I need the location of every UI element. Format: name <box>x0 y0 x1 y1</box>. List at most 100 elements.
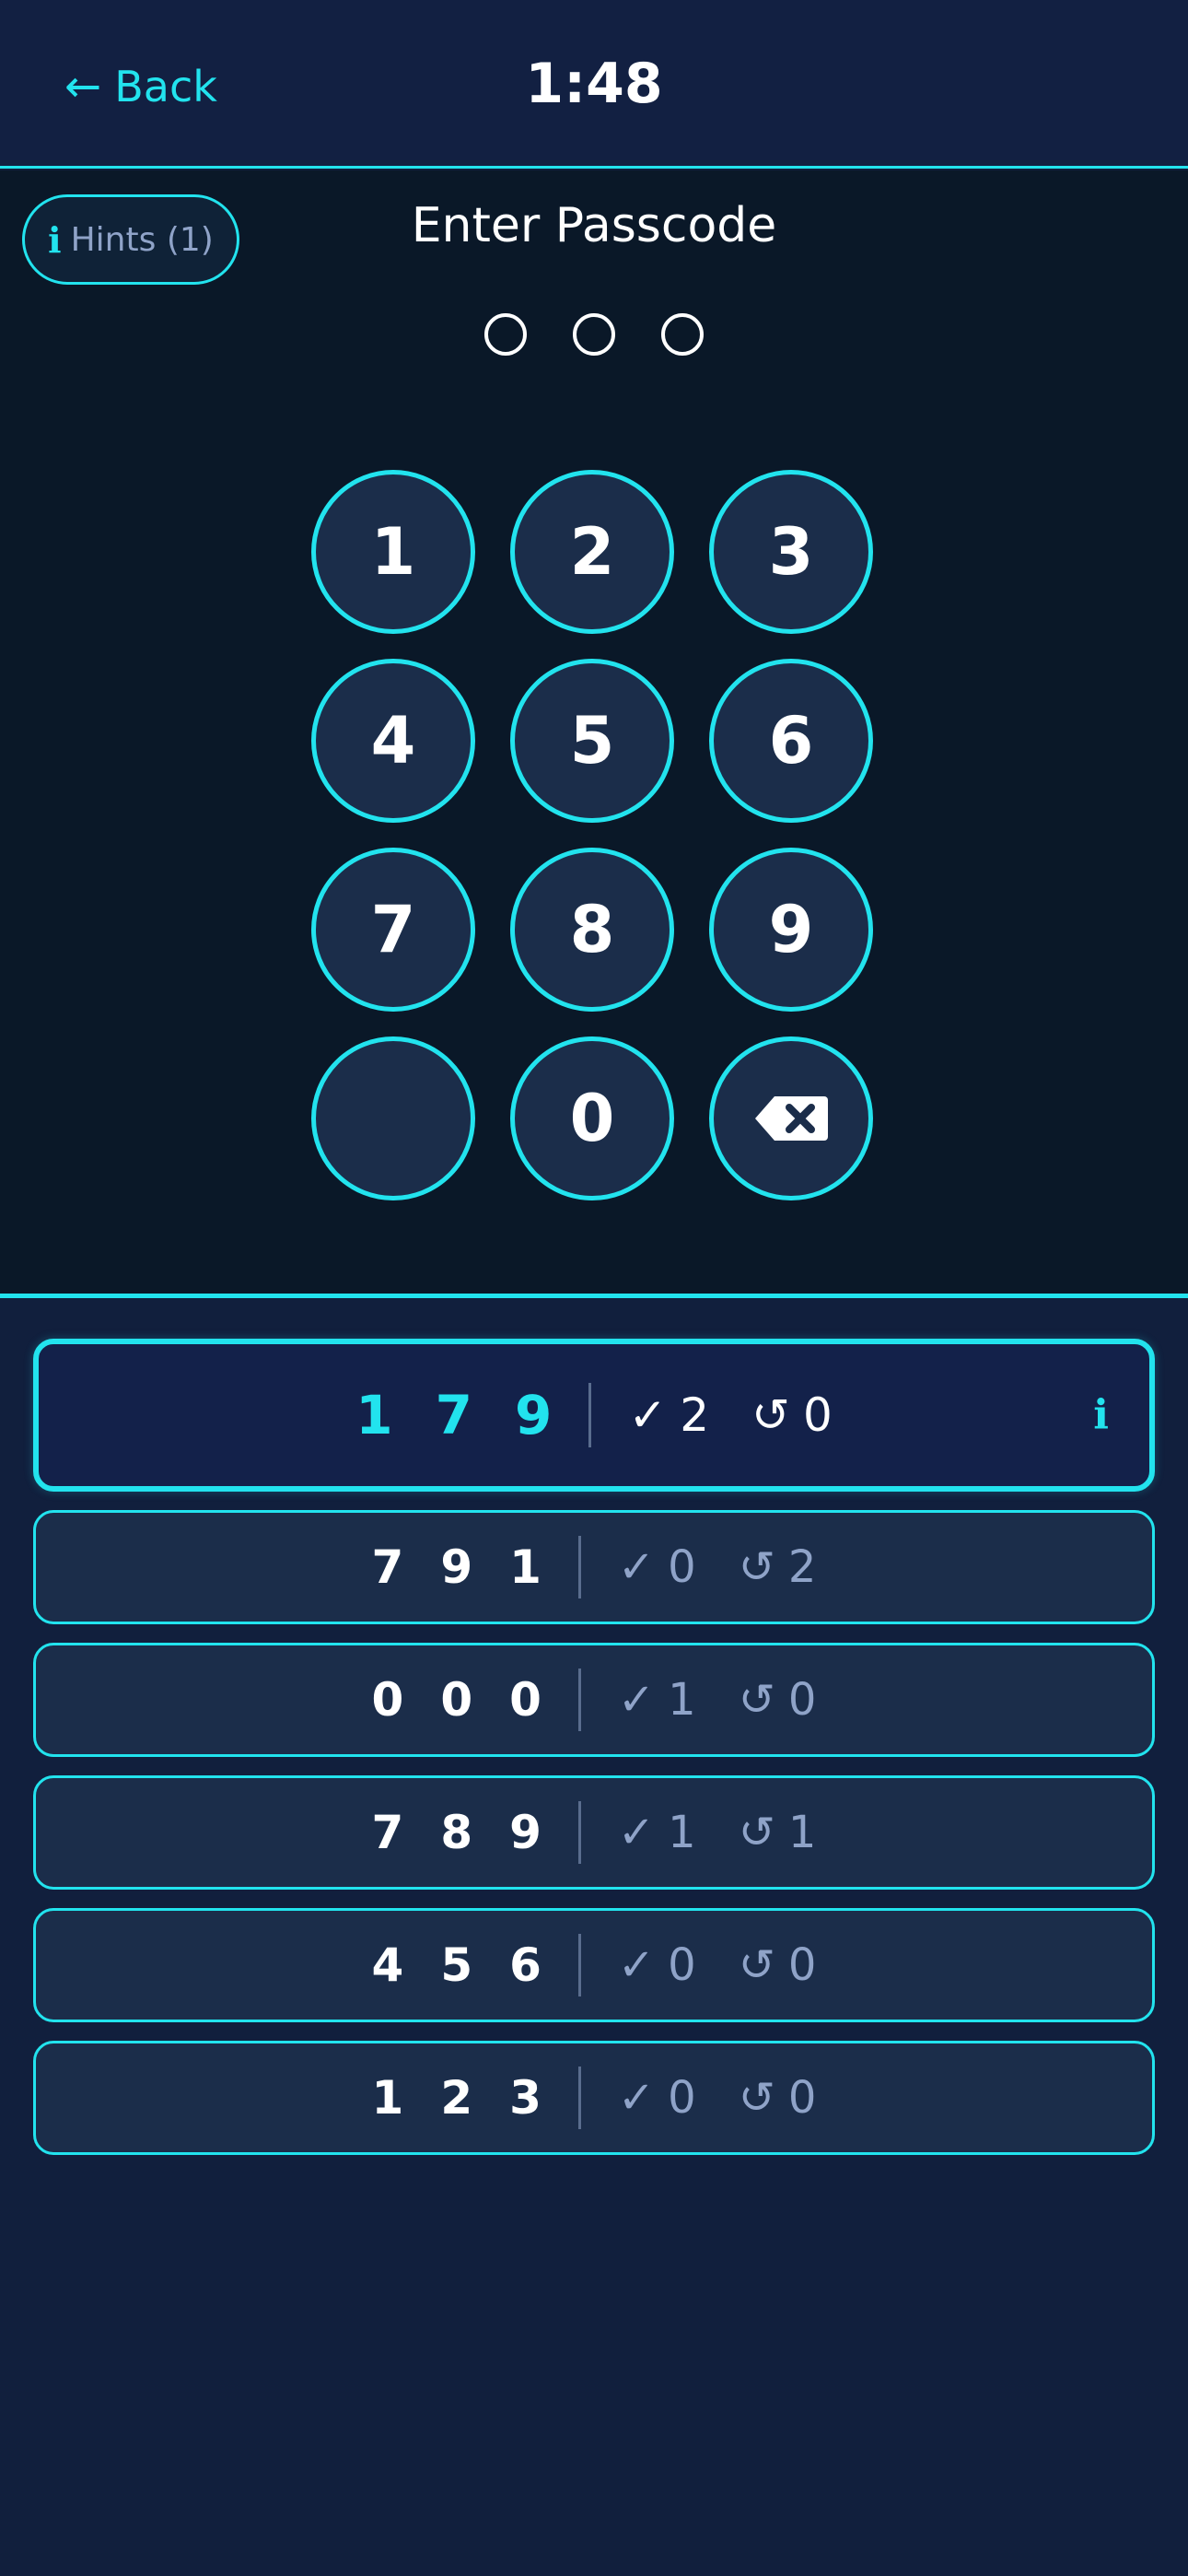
correct-count-value: 0 <box>668 1939 696 1991</box>
row-divider <box>577 1934 581 1996</box>
guess-digit: 1 <box>355 1384 393 1446</box>
guess-digits: 123 <box>372 2071 542 2125</box>
guess-row-content: 7 9 1 ✓ 0 ↺ 2 <box>36 1513 1152 1622</box>
check-icon: ✓ <box>617 1807 656 1858</box>
timer: 1:48 <box>525 52 663 116</box>
keypad-panel: i Hints (1) Enter Passcode 1234567890 <box>0 170 1188 1298</box>
digit-key-label: 8 <box>569 892 615 967</box>
guess-digit: 8 <box>440 1806 473 1859</box>
correct-count: ✓ 0 <box>618 1541 696 1593</box>
misplaced-count: ↺ 2 <box>739 1541 817 1593</box>
digit-key-2[interactable]: 2 <box>510 470 674 634</box>
digit-key-label: 0 <box>569 1081 615 1156</box>
guess-row: 4 5 6 ✓ 0 ↺ 0 <box>33 1908 1155 2022</box>
guess-row-content: 4 5 6 ✓ 0 ↺ 0 <box>36 1911 1152 2020</box>
row-divider <box>588 1383 592 1447</box>
backspace-icon <box>755 1096 828 1141</box>
check-icon: ✓ <box>617 1939 656 1991</box>
correct-count: ✓ 2 <box>628 1388 709 1442</box>
guess-digits: 000 <box>372 1673 542 1727</box>
digit-key-label: 9 <box>768 892 814 967</box>
guess-digit: 3 <box>509 2071 542 2125</box>
guess-history: 1 7 9 ✓ 2 ↺ 0 i 7 9 1 ✓ 0 ↺ 2 0 0 0 ✓ 1 ↺ 0 7 8 9 ✓ 1 ↺ 1 4 5 6 ✓ 0 ↺ 0 1 2 3 ✓… <box>33 1339 1155 2173</box>
guess-row: 0 0 0 ✓ 1 ↺ 0 <box>33 1643 1155 1757</box>
guess-row-content: 7 8 9 ✓ 1 ↺ 1 <box>36 1778 1152 1887</box>
guess-digit: 1 <box>371 2071 404 2125</box>
passcode-dot <box>573 313 615 356</box>
row-divider <box>577 1669 581 1731</box>
guess-digits: 791 <box>372 1540 542 1594</box>
guess-digit: 0 <box>371 1673 404 1727</box>
digit-key-label: 5 <box>569 703 615 779</box>
passcode-dot <box>661 313 704 356</box>
guess-digit: 6 <box>509 1938 542 1992</box>
guess-digits: 789 <box>372 1806 542 1859</box>
passcode-dot <box>484 313 527 356</box>
correct-count: ✓ 0 <box>618 2072 696 2124</box>
check-icon: ✓ <box>617 2072 656 2124</box>
guess-digit: 9 <box>514 1384 553 1446</box>
guess-digit: 4 <box>371 1938 404 1992</box>
misplaced-count-value: 2 <box>787 1541 817 1593</box>
rotate-icon: ↺ <box>738 1541 775 1593</box>
row-divider <box>577 2067 581 2129</box>
rotate-icon: ↺ <box>751 1388 790 1442</box>
misplaced-count: ↺ 0 <box>739 1674 817 1726</box>
guess-digit: 2 <box>440 2071 473 2125</box>
guess-digit: 0 <box>509 1673 542 1727</box>
digit-key-label: 1 <box>370 514 416 590</box>
correct-count-value: 1 <box>668 1674 696 1726</box>
digit-key-3[interactable]: 3 <box>709 470 873 634</box>
check-icon: ✓ <box>617 1674 656 1726</box>
misplaced-count-value: 0 <box>787 1674 817 1726</box>
keypad: 1 2 3 4 5 6 7 8 9 0 <box>311 470 873 1200</box>
correct-count-value: 0 <box>668 1541 696 1593</box>
digit-key-0[interactable]: 0 <box>510 1036 674 1200</box>
digit-key-label: 6 <box>768 703 814 779</box>
info-icon[interactable]: i <box>1093 1392 1109 1439</box>
digit-key-5[interactable]: 5 <box>510 659 674 823</box>
misplaced-count-value: 0 <box>787 2072 817 2124</box>
backspace-button[interactable] <box>709 1036 873 1200</box>
digit-key-label: 7 <box>370 892 416 967</box>
digit-key-4[interactable]: 4 <box>311 659 475 823</box>
correct-count: ✓ 1 <box>618 1807 696 1858</box>
correct-count: ✓ 1 <box>618 1674 696 1726</box>
misplaced-count-value: 0 <box>802 1388 833 1442</box>
digit-key-9[interactable]: 9 <box>709 848 873 1012</box>
app: ← Back 1:48 i Hints (1) Enter Passcode 1… <box>0 0 1188 2576</box>
digit-key-label: 2 <box>569 514 615 590</box>
rotate-icon: ↺ <box>738 1939 775 1991</box>
passcode-title: Enter Passcode <box>411 198 777 253</box>
guess-digit: 7 <box>371 1540 404 1594</box>
rotate-icon: ↺ <box>738 2072 775 2124</box>
check-icon: ✓ <box>617 1541 656 1593</box>
blank-key[interactable] <box>311 1036 475 1200</box>
check-icon: ✓ <box>628 1388 668 1442</box>
passcode-dots <box>0 313 1188 356</box>
guess-digit: 1 <box>509 1540 542 1594</box>
misplaced-count: ↺ 0 <box>739 2072 817 2124</box>
rotate-icon: ↺ <box>738 1674 775 1726</box>
digit-key-8[interactable]: 8 <box>510 848 674 1012</box>
digit-key-label: 4 <box>370 703 416 779</box>
digit-key-1[interactable]: 1 <box>311 470 475 634</box>
guess-row: 7 8 9 ✓ 1 ↺ 1 <box>33 1775 1155 1890</box>
guess-row: 1 2 3 ✓ 0 ↺ 0 <box>33 2041 1155 2155</box>
guess-row-content: 1 7 9 ✓ 2 ↺ 0 <box>39 1344 1149 1486</box>
row-divider <box>577 1801 581 1864</box>
guess-row-content: 1 2 3 ✓ 0 ↺ 0 <box>36 2043 1152 2152</box>
guess-digit: 7 <box>371 1806 404 1859</box>
rotate-icon: ↺ <box>738 1807 775 1858</box>
row-divider <box>577 1536 581 1598</box>
guess-row-active[interactable]: 1 7 9 ✓ 2 ↺ 0 i <box>33 1339 1155 1492</box>
digit-key-7[interactable]: 7 <box>311 848 475 1012</box>
guess-digit: 9 <box>509 1806 542 1859</box>
guess-digit: 0 <box>440 1673 473 1727</box>
digit-key-6[interactable]: 6 <box>709 659 873 823</box>
header: ← Back 1:48 <box>0 0 1188 169</box>
correct-count-value: 1 <box>668 1807 696 1858</box>
guess-digit: 5 <box>440 1938 473 1992</box>
guess-row-content: 0 0 0 ✓ 1 ↺ 0 <box>36 1645 1152 1754</box>
misplaced-count: ↺ 1 <box>739 1807 817 1858</box>
